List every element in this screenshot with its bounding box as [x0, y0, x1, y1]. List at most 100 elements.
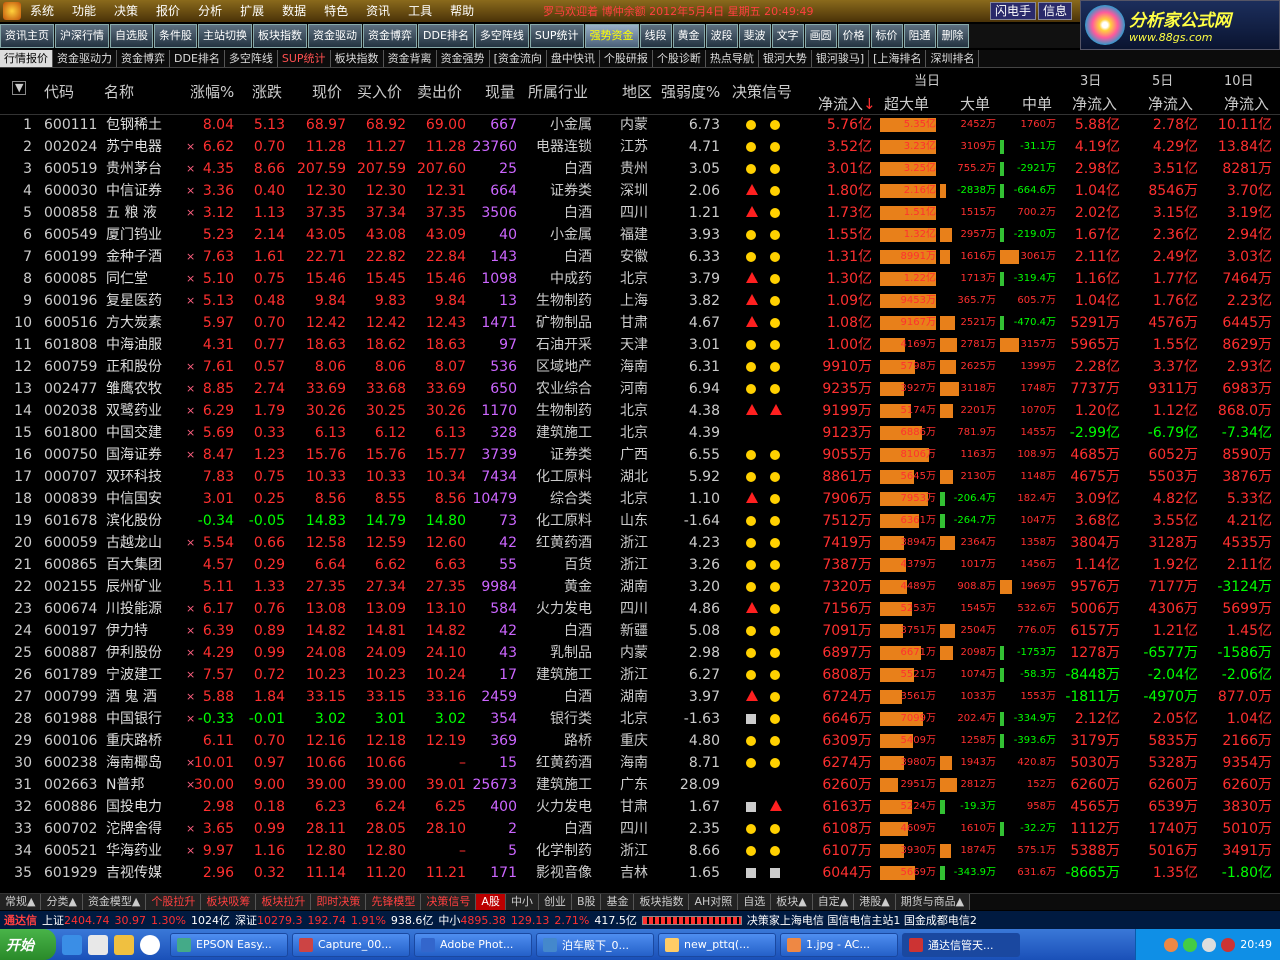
table-row[interactable]: 26 601789 宁波建工 × 7.57 0.72 10.23 10.23 10.24 17 建筑…	[0, 664, 1280, 686]
table-row[interactable]: 23 600674 川投能源 × 6.17 0.76 13.08 13.09 13.10 584 火…	[0, 598, 1280, 620]
tray-icon-4[interactable]	[1221, 937, 1236, 952]
menu-item-8[interactable]: 资讯	[357, 0, 399, 22]
table-row[interactable]: 8 600085 同仁堂 × 5.10 0.75 15.46 15.45 15.46 1098 中成…	[0, 268, 1280, 290]
table-row[interactable]: 30 600238 海南椰岛 × 10.01 0.97 10.66 10.66–15 红黄药酒海…	[0, 752, 1280, 774]
col-code[interactable]: 代码	[44, 81, 74, 102]
table-row[interactable]: 31 002663 N普邦 × 30.00 9.00 39.00 39.00 39.01 2567…	[0, 774, 1280, 796]
bottom-tab-16[interactable]: 自选	[738, 894, 772, 910]
col-price[interactable]: 现价	[312, 81, 342, 102]
sort-down-icon[interactable]: ▼	[12, 81, 27, 95]
menu-item-10[interactable]: 帮助	[441, 0, 483, 22]
toolbar-button-10[interactable]: SUP统计	[529, 24, 584, 48]
col-bid[interactable]: 买入价	[357, 81, 402, 102]
table-row[interactable]: 12 600759 正和股份 × 7.61 0.57 8.06 8.06 8.07 536 区域地产…	[0, 356, 1280, 378]
col-chg[interactable]: 涨跌	[252, 81, 282, 102]
table-row[interactable]: 6 600549 厦门钨业 5.23 2.14 43.05 43.08 43.09 40 小金属 福…	[0, 224, 1280, 246]
task-button-1[interactable]: Capture_00...	[292, 932, 410, 957]
subtab-10[interactable]: 盘中快讯	[547, 50, 600, 67]
table-row[interactable]: 19 601678 滨化股份 -0.34 -0.05 14.83 14.79 14.80 73 化…	[0, 510, 1280, 532]
table-row[interactable]: 32 600886 国投电力 2.98 0.18 6.23 6.24 6.25 400 火力发电 甘…	[0, 796, 1280, 818]
menu-item-4[interactable]: 分析	[189, 0, 231, 22]
task-button-0[interactable]: EPSON Easy...	[170, 932, 288, 957]
subtab-7[interactable]: 资金背离	[384, 50, 437, 67]
bottom-tab-2[interactable]: 资金模型▲	[82, 894, 147, 910]
menu-item-6[interactable]: 数据	[273, 0, 315, 22]
bottom-tab-18[interactable]: 自定▲	[812, 894, 855, 910]
subtab-1[interactable]: 资金驱动力	[53, 50, 117, 67]
toolbar-button-19[interactable]: 标价	[870, 24, 903, 48]
menu-item-1[interactable]: 功能	[63, 0, 105, 22]
toolbar-button-16[interactable]: 文字	[771, 24, 804, 48]
menu-item-9[interactable]: 工具	[399, 0, 441, 22]
subtab-15[interactable]: 银河骏马]	[812, 50, 870, 67]
table-row[interactable]: 27 000799 酒 鬼 酒 × 5.88 1.84 33.15 33.15 33.16 245…	[0, 686, 1280, 708]
tray-icon-3[interactable]	[1202, 937, 1217, 952]
col-ask[interactable]: 卖出价	[417, 81, 462, 102]
bottom-tab-14[interactable]: 板块指数	[634, 894, 690, 910]
table-row[interactable]: 11 601808 中海油服 4.31 0.77 18.63 18.62 18.63 97 石油开…	[0, 334, 1280, 356]
subtab-14[interactable]: 银河大势	[759, 50, 812, 67]
toolbar-button-20[interactable]: 阻通	[903, 24, 936, 48]
subtab-13[interactable]: 热点导航	[706, 50, 759, 67]
subtab-5[interactable]: SUP统计	[278, 50, 331, 67]
toolbar-button-8[interactable]: DDE排名	[418, 24, 474, 48]
toolbar-button-9[interactable]: 多空阵线	[474, 24, 529, 48]
table-row[interactable]: 1 600111 包钢稀土 8.04 5.13 68.97 68.92 69.00 667 小金属…	[0, 114, 1280, 136]
table-row[interactable]: 10 600516 方大炭素 5.97 0.70 12.42 12.42 12.43 1471 矿…	[0, 312, 1280, 334]
toolbar-button-1[interactable]: 沪深行情	[55, 24, 109, 48]
subtab-2[interactable]: 资金博弈	[117, 50, 170, 67]
bottom-tab-10[interactable]: 中小	[505, 894, 539, 910]
bottom-tab-7[interactable]: 先锋模型	[366, 894, 422, 910]
toolbar-button-14[interactable]: 波段	[705, 24, 738, 48]
table-row[interactable]: 5 000858 五 粮 液 × 3.12 1.13 37.35 37.34 37.35 3506…	[0, 202, 1280, 224]
col-big[interactable]: 大单	[960, 93, 990, 114]
task-button-6[interactable]: 通达信管天...	[902, 932, 1020, 957]
col-strength[interactable]: 强弱度%	[661, 81, 720, 102]
bottom-tab-11[interactable]: 创业	[538, 894, 572, 910]
task-button-3[interactable]: 泊车殿下_0...	[536, 932, 654, 957]
col-mid[interactable]: 中单	[1022, 93, 1052, 114]
toolbar-button-13[interactable]: 黄金	[672, 24, 705, 48]
server-list[interactable]: 决策家上海电信 国信电信主站1 国金成都电信2	[747, 912, 977, 928]
menu-item-2[interactable]: 决策	[105, 0, 147, 22]
table-row[interactable]: 13 002477 雏鹰农牧 × 8.85 2.74 33.69 33.68 33.69 650 农…	[0, 378, 1280, 400]
table-row[interactable]: 14 002038 双鹭药业 × 6.29 1.79 30.26 30.25 30.26 1170…	[0, 400, 1280, 422]
toolbar-button-18[interactable]: 价格	[837, 24, 870, 48]
subtab-17[interactable]: 深圳排名	[926, 50, 980, 67]
ie-icon[interactable]	[62, 934, 82, 955]
table-row[interactable]: 29 600106 重庆路桥 6.11 0.70 12.16 12.18 12.19 369 路桥…	[0, 730, 1280, 752]
bottom-tab-13[interactable]: 基金	[601, 894, 635, 910]
subtab-6[interactable]: 板块指数	[331, 50, 384, 67]
table-row[interactable]: 28 601988 中国银行 × -0.33 -0.01 3.02 3.01 3.02 354 银行…	[0, 708, 1280, 730]
table-row[interactable]: 21 600865 百大集团 4.57 0.29 6.64 6.62 6.63 55 百货 浙江 3.…	[0, 554, 1280, 576]
desktop-icon[interactable]	[88, 934, 108, 955]
bottom-tab-4[interactable]: 板块吸筹	[201, 894, 257, 910]
subtab-9[interactable]: [资金流向	[490, 50, 547, 67]
task-button-5[interactable]: 1.jpg - AC...	[780, 932, 898, 957]
subtab-8[interactable]: 资金强势	[437, 50, 490, 67]
table-row[interactable]: 34 600521 华海药业 × 9.97 1.16 12.80 12.80–5 化学制药 浙江 8…	[0, 840, 1280, 862]
start-button[interactable]: 开始	[0, 929, 56, 960]
col-vol[interactable]: 现量	[485, 81, 515, 102]
table-row[interactable]: 3 600519 贵州茅台 × 4.35 8.66 207.59 207.59 207.60 25…	[0, 158, 1280, 180]
task-button-4[interactable]: new_pttq(...	[658, 932, 776, 957]
col-region[interactable]: 地区	[622, 81, 652, 102]
col-net5[interactable]: 净流入	[1148, 93, 1193, 114]
table-row[interactable]: 15 601800 中国交建 × 5.69 0.33 6.13 6.12 6.13 328 建筑施工…	[0, 422, 1280, 444]
table-row[interactable]: 18 000839 中信国安 3.01 0.25 8.56 8.55 8.56 10479 综合类…	[0, 488, 1280, 510]
subtab-3[interactable]: DDE排名	[170, 50, 225, 67]
table-row[interactable]: 17 000707 双环科技 7.83 0.75 10.33 10.33 10.34 7434 化…	[0, 466, 1280, 488]
col-net[interactable]: 净流入↓	[818, 93, 876, 114]
col-chg-pct[interactable]: 涨幅%	[190, 81, 234, 102]
toolbar-button-12[interactable]: 线段	[639, 24, 672, 48]
table-row[interactable]: 7 600199 金种子酒 × 7.63 1.61 22.71 22.82 22.84 143 白酒…	[0, 246, 1280, 268]
task-button-2[interactable]: Adobe Phot...	[414, 932, 532, 957]
subtab-12[interactable]: 个股诊断	[653, 50, 706, 67]
table-row[interactable]: 24 600197 伊力特 × 6.39 0.89 14.82 14.81 14.82 42 白酒新…	[0, 620, 1280, 642]
subtab-0[interactable]: 行情报价	[0, 50, 53, 67]
folder-icon[interactable]	[114, 934, 134, 955]
tray-icon-1[interactable]	[1164, 937, 1179, 952]
bottom-tab-1[interactable]: 分类▲	[41, 894, 83, 910]
table-row[interactable]: 20 600059 古越龙山 × 5.54 0.66 12.58 12.59 12.60 42 红黄…	[0, 532, 1280, 554]
bottom-tab-17[interactable]: 板块▲	[771, 894, 813, 910]
